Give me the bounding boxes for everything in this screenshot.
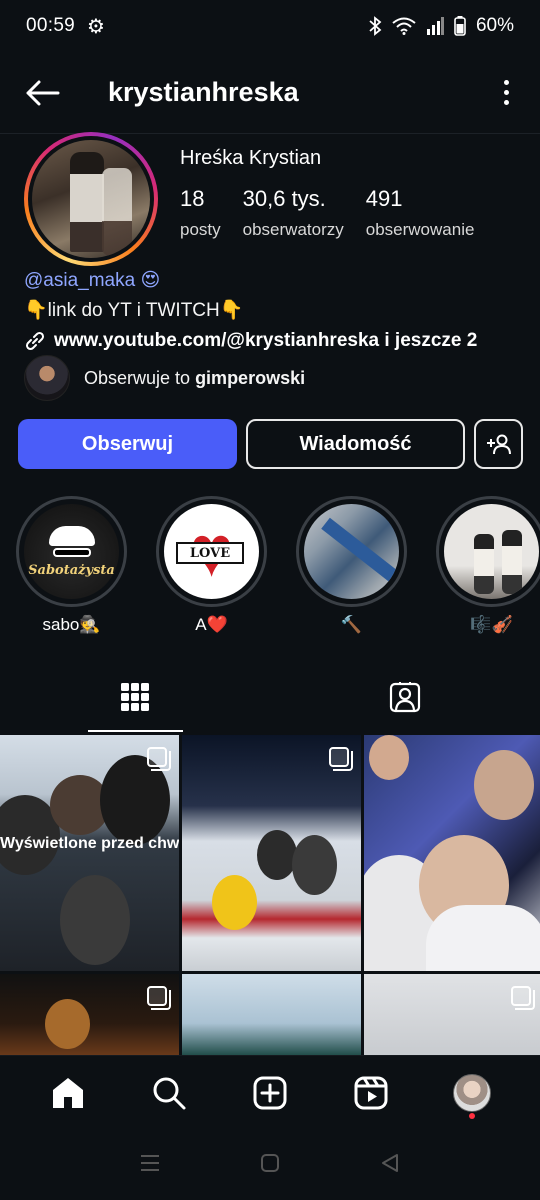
followed-by-prefix: Obserwuje to xyxy=(84,367,191,388)
create-post-icon xyxy=(253,1076,287,1110)
display-name: Hreśka Krystian xyxy=(180,147,322,169)
profile-header: krystianhreska xyxy=(0,52,540,134)
post-thumbnail[interactable]: Wyświetlone przed chwilą xyxy=(0,735,179,971)
stat-followers[interactable]: 30,6 tys. obserwatorzy xyxy=(243,186,344,240)
recents-icon xyxy=(141,1154,159,1171)
highlight-cover: Sabotażysta xyxy=(24,504,119,599)
post-thumbnail[interactable] xyxy=(364,974,540,1056)
more-options-icon[interactable] xyxy=(496,80,516,105)
nav-create[interactable] xyxy=(240,1063,300,1123)
add-user-icon xyxy=(486,434,511,455)
highlight-cover-text: LOVE xyxy=(176,542,244,564)
gear-icon: ⚙ xyxy=(87,15,105,38)
system-back-icon xyxy=(382,1153,398,1172)
status-time: 00:59 xyxy=(26,15,76,36)
profile-actions: Obserwuj Wiadomość xyxy=(18,419,523,469)
highlight-item[interactable]: 🎼🎻 xyxy=(436,496,540,635)
bio-text: 👇link do YT i TWITCH👇 xyxy=(24,300,244,321)
carousel-icon xyxy=(147,747,171,771)
search-icon xyxy=(153,1077,186,1110)
back-button[interactable] xyxy=(379,1152,401,1179)
followed-by-row[interactable]: Obserwuje to gimperowski xyxy=(24,355,305,401)
page-title: krystianhreska xyxy=(108,77,299,107)
profile-avatar[interactable] xyxy=(24,132,158,266)
profile-tabs xyxy=(0,660,540,734)
post-thumbnail[interactable] xyxy=(182,735,361,971)
highlight-cover: ♥ LOVE xyxy=(164,504,259,599)
battery-icon xyxy=(454,16,466,36)
stat-label: obserwatorzy xyxy=(242,220,344,239)
highlight-label: 🔨 xyxy=(340,615,363,634)
story-highlights: Sabotażysta sabo🕵️ ♥ LOVE A❤️ 🔨 🎼🎻 xyxy=(16,496,540,635)
status-bar: 00:59 ⚙ 60% xyxy=(0,0,540,52)
recent-apps-button[interactable] xyxy=(139,1153,161,1178)
highlight-item[interactable]: 🔨 xyxy=(296,496,407,635)
stat-following[interactable]: 491 obserwowanie xyxy=(366,186,475,240)
stat-value: 491 xyxy=(365,186,403,211)
suggest-people-button[interactable] xyxy=(474,419,523,469)
avatar-image xyxy=(32,140,150,258)
message-button[interactable]: Wiadomość xyxy=(246,419,465,469)
profile-avatar-small xyxy=(452,1074,491,1112)
followed-by-user: gimperowski xyxy=(195,367,306,388)
grid-icon xyxy=(121,683,149,711)
highlight-cover xyxy=(444,504,539,599)
post-thumbnail[interactable] xyxy=(182,974,361,1056)
wifi-icon xyxy=(392,17,416,35)
highlight-item[interactable]: ♥ LOVE A❤️ xyxy=(156,496,267,635)
home-button[interactable] xyxy=(259,1152,281,1179)
carousel-icon xyxy=(511,986,535,1010)
back-arrow-icon[interactable] xyxy=(24,75,60,111)
profile-bio: @asia_maka 😍 👇link do YT i TWITCH👇 www.y… xyxy=(24,266,524,356)
notification-dot xyxy=(468,1113,475,1119)
bio-external-link[interactable]: www.youtube.com/@krystianhreska i jeszcz… xyxy=(24,326,524,356)
reels-icon xyxy=(354,1076,388,1110)
follower-avatar xyxy=(24,355,70,401)
carousel-icon xyxy=(329,747,353,771)
bluetooth-icon xyxy=(368,16,382,36)
carousel-icon xyxy=(147,986,171,1010)
nav-reels[interactable] xyxy=(341,1063,401,1123)
link-icon xyxy=(25,331,45,351)
system-home-icon xyxy=(261,1153,279,1172)
stat-value: 30,6 tys. xyxy=(242,186,326,211)
highlight-cover-text: Sabotażysta xyxy=(28,562,115,578)
home-icon xyxy=(53,1078,84,1108)
highlight-cover xyxy=(304,504,399,599)
tab-tagged[interactable] xyxy=(270,660,540,734)
seen-overlay-text: Wyświetlone przed chwilą xyxy=(0,835,179,852)
highlight-label: sabo🕵️ xyxy=(42,615,101,634)
stat-value: 18 xyxy=(180,186,205,211)
stat-label: obserwowanie xyxy=(365,220,475,239)
follow-button[interactable]: Obserwuj xyxy=(18,419,237,469)
stat-label: posty xyxy=(180,220,221,239)
post-thumbnail[interactable] xyxy=(364,735,540,971)
bottom-navigation xyxy=(0,1055,540,1130)
profile-stats: 18 posty 30,6 tys. obserwatorzy 491 obse… xyxy=(180,186,496,240)
system-navigation xyxy=(0,1130,540,1200)
highlight-label: A❤️ xyxy=(195,615,228,634)
nav-profile[interactable] xyxy=(442,1063,502,1123)
stat-posts[interactable]: 18 posty xyxy=(180,186,221,240)
bio-link-text: www.youtube.com/@krystianhreska i jeszcz… xyxy=(54,330,478,351)
tab-posts-grid[interactable] xyxy=(0,660,270,734)
highlight-item[interactable]: Sabotażysta sabo🕵️ xyxy=(16,496,127,635)
signal-icon xyxy=(426,17,444,35)
posts-grid: Wyświetlone przed chwilą xyxy=(0,735,540,1056)
nav-search[interactable] xyxy=(139,1063,199,1123)
nav-home[interactable] xyxy=(38,1063,98,1123)
tagged-person-icon xyxy=(389,682,421,713)
bio-mention-link[interactable]: @asia_maka 😍 xyxy=(24,266,524,296)
post-thumbnail[interactable] xyxy=(0,974,179,1056)
battery-percent: 60% xyxy=(475,15,514,36)
highlight-label: 🎼🎻 xyxy=(470,615,513,634)
